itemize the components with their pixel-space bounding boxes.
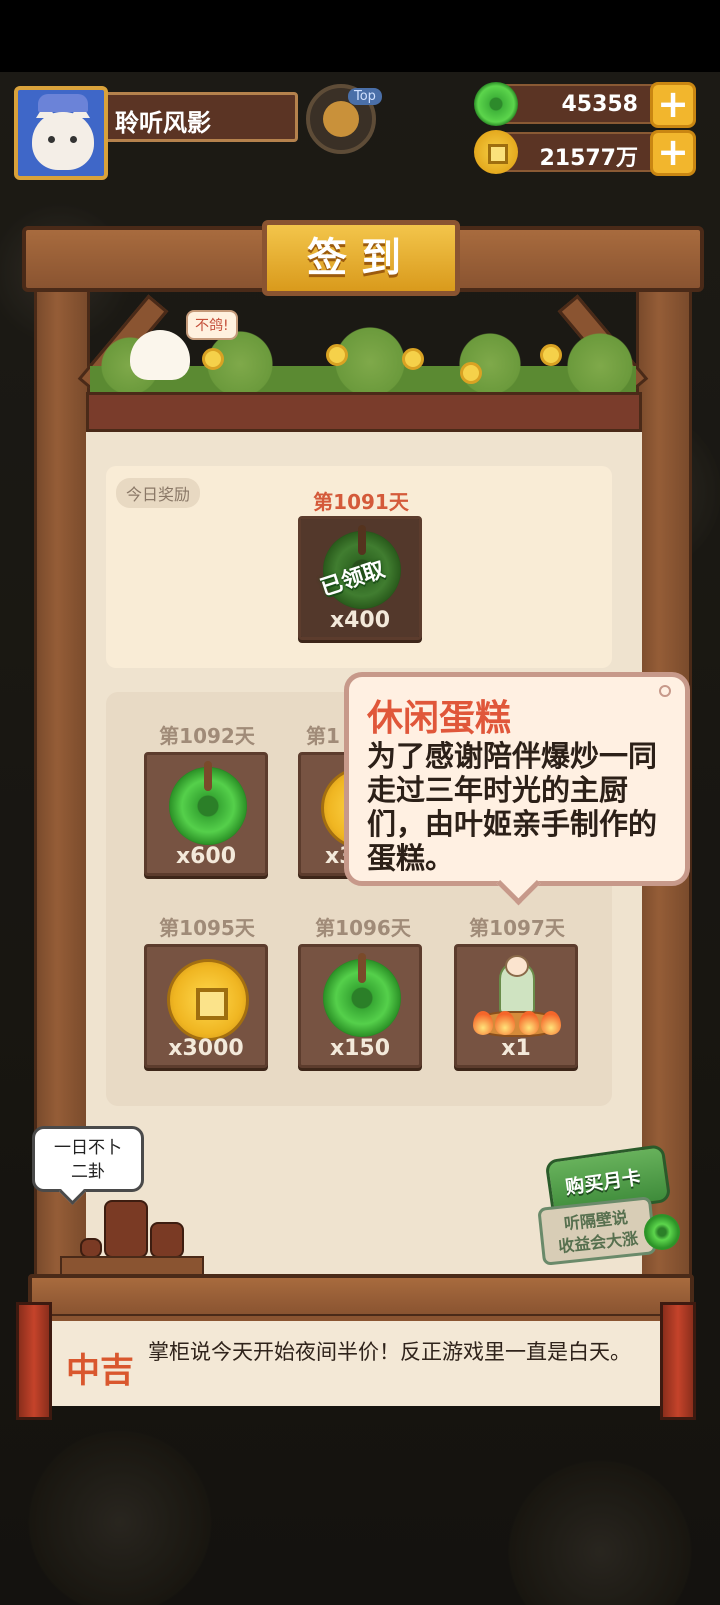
item-tooltip: 休闲蛋糕 为了感谢陪伴爆炒一同走过三年时光的主厨们，由叶姬亲手制作的蛋糕。	[344, 672, 690, 886]
flower-icon	[540, 344, 562, 366]
reward-day-label-partial: 第1	[306, 724, 340, 748]
reward-count: x600	[175, 844, 237, 869]
small-jar	[150, 1222, 184, 1258]
chick-speech-bubble: 不鸽!	[186, 310, 238, 340]
today-reward-badge: 今日奖励	[116, 478, 201, 508]
reward-tile-1092[interactable]: x600	[144, 752, 268, 876]
jade-icon	[323, 953, 401, 1037]
fortune-scroll: 中吉 掌柜说今天开始夜间半价！反正游戏里一直是白天。	[44, 1316, 670, 1406]
shelf	[60, 1256, 204, 1276]
reward-tile-1096[interactable]: x150	[298, 944, 422, 1068]
reward-day-label: 第1096天	[315, 916, 411, 940]
fortune-level: 中吉	[66, 1351, 134, 1391]
tooltip-title: 休闲蛋糕	[367, 698, 512, 739]
jade-icon	[474, 82, 518, 126]
coin-icon	[167, 959, 249, 1041]
flame-icon	[519, 1011, 539, 1035]
ranking-button[interactable]: Top	[306, 84, 382, 154]
add-coin-button[interactable]: +	[650, 130, 696, 176]
fortune-message: 掌柜说今天开始夜间半价！反正游戏里一直是白天。	[148, 1340, 631, 1364]
small-jar	[80, 1238, 102, 1258]
decorative-lintel	[86, 392, 642, 432]
panel-title: 签到	[307, 235, 415, 281]
buy-month-card-label: 购买月卡	[564, 1166, 643, 1199]
speech-line-2: 二卦	[71, 1162, 105, 1182]
player-name: 聆听风影	[115, 109, 211, 137]
scroll-roll-left	[16, 1302, 52, 1420]
avatar-eye	[70, 136, 77, 143]
reward-tile-1097[interactable]: x1	[454, 944, 578, 1068]
add-jade-button[interactable]: +	[650, 82, 696, 128]
flower-icon	[460, 362, 482, 384]
flower-icon	[402, 348, 424, 370]
player-name-bar: 聆听风影	[100, 92, 298, 142]
coin-amount: 21577万	[539, 146, 638, 171]
reward-count: x150	[329, 1036, 391, 1061]
flame-icon	[541, 1011, 561, 1035]
ranking-icon	[323, 101, 359, 137]
panel-title-plate: 签到	[262, 220, 460, 296]
top-tag: Top	[348, 88, 382, 105]
cake-icon	[467, 953, 567, 1049]
fortune-speech-bubble: 一日不卜 二卦	[32, 1126, 144, 1192]
flame-icon	[473, 1011, 493, 1035]
avatar-eye	[48, 136, 55, 143]
avatar[interactable]	[14, 86, 108, 180]
reward-count: x3000	[168, 1036, 244, 1061]
today-day-label: 第1091天	[313, 490, 409, 514]
reward-day-label: 第1092天	[159, 724, 255, 748]
month-card-sign: 听隔壁说 收益会大涨	[537, 1196, 657, 1266]
reward-tile-1095[interactable]: x3000	[144, 944, 268, 1068]
status-bar	[0, 0, 720, 72]
tooltip-knot-icon	[659, 685, 671, 697]
speech-line-1: 一日不卜	[54, 1138, 122, 1158]
avatar-hat	[38, 94, 88, 112]
jade-amount: 45358	[561, 92, 638, 117]
flame-icon	[495, 1011, 515, 1035]
fortune-jar[interactable]	[104, 1200, 148, 1258]
avatar-cat-image	[32, 102, 94, 170]
reward-day-label: 第1097天	[469, 916, 565, 940]
jade-icon	[169, 761, 247, 845]
flower-icon	[202, 348, 224, 370]
tooltip-description: 为了感谢陪伴爆炒一同走过三年时光的主厨们，由叶姬亲手制作的蛋糕。	[367, 739, 658, 875]
reward-count: x1	[501, 1036, 531, 1061]
reward-count: x400	[329, 608, 391, 633]
flower-icon	[326, 344, 348, 366]
coin-icon	[474, 130, 518, 174]
scroll-roll-right	[660, 1302, 696, 1420]
reward-day-label: 第1095天	[159, 916, 255, 940]
today-reward-tile[interactable]: 已领取 x400	[298, 516, 422, 640]
bottom-beam	[28, 1274, 694, 1318]
jade-icon	[644, 1214, 680, 1250]
cake-figure-head	[505, 955, 529, 977]
month-card-widget[interactable]: 购买月卡 听隔壁说 收益会大涨	[536, 1142, 696, 1272]
